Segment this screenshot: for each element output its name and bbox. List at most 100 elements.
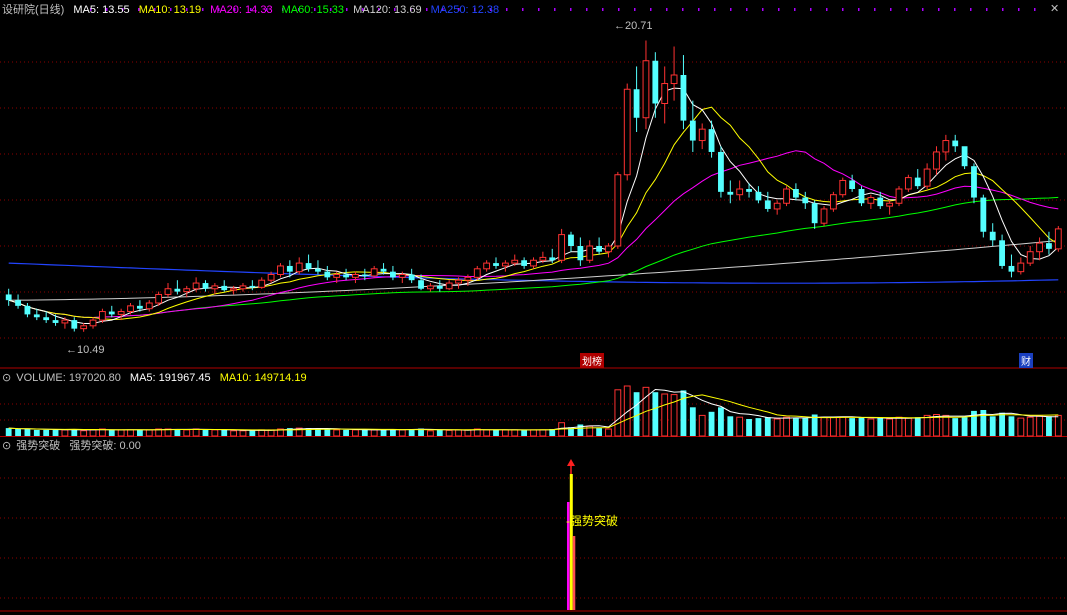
candle-body xyxy=(577,246,584,261)
volume-bar xyxy=(436,429,443,436)
volume-bar xyxy=(145,429,153,437)
candle-body xyxy=(633,89,640,118)
candle-body xyxy=(5,294,12,301)
volume-bar xyxy=(783,416,790,437)
candle-body xyxy=(455,279,462,284)
volume-bar xyxy=(1008,416,1015,436)
volume-bar xyxy=(315,429,321,436)
candle-body xyxy=(127,305,134,313)
volume-bar xyxy=(1046,416,1052,436)
candle-body xyxy=(867,197,875,204)
volume-ma10-readout: MA10: 149714.19 xyxy=(219,372,307,384)
volume-bar xyxy=(127,429,134,437)
high-price-label: ←20.71 xyxy=(614,20,653,32)
candle-body xyxy=(1017,262,1025,273)
volume-bar xyxy=(221,429,228,436)
volume-bar xyxy=(614,389,622,437)
candle-body xyxy=(971,166,977,198)
volume-bar xyxy=(886,418,894,437)
scale-dot xyxy=(714,8,716,11)
scale-dot xyxy=(858,8,860,11)
volume-bar xyxy=(202,429,209,436)
candle-body xyxy=(239,285,247,290)
volume-bar xyxy=(680,390,687,436)
ma250-value: 12.38 xyxy=(471,4,500,16)
volume-bar xyxy=(89,429,97,437)
signal-readout: 强势突破: 0.00 xyxy=(69,440,141,452)
signal-panel-title[interactable]: 强势突破 xyxy=(16,440,60,452)
candle-body xyxy=(108,311,115,315)
candle-body xyxy=(249,285,256,288)
candle-body xyxy=(24,305,31,315)
scale-dot xyxy=(650,8,652,11)
scale-dot xyxy=(842,8,844,11)
candle-body xyxy=(521,260,528,266)
signal-marker-label: -强势突破 xyxy=(566,514,619,528)
scale-dot xyxy=(570,8,572,11)
volume-bar xyxy=(839,416,847,437)
candle-body xyxy=(980,197,987,232)
main-panel-title[interactable]: 设研院(日线) xyxy=(2,4,64,16)
candle-body xyxy=(858,189,865,204)
candle-body xyxy=(914,177,921,187)
candle-body xyxy=(1026,251,1034,264)
candle-body xyxy=(352,274,359,278)
scale-dot xyxy=(810,8,812,11)
volume-bar xyxy=(989,416,996,436)
candle-body xyxy=(202,283,209,289)
volume-bar xyxy=(192,428,200,437)
volume-bar xyxy=(343,429,349,436)
volume-bar xyxy=(942,414,950,437)
volume-bar xyxy=(380,429,387,436)
volume-bar xyxy=(755,418,762,436)
candle-body xyxy=(877,197,884,207)
volume-bar xyxy=(493,429,499,436)
candle-body xyxy=(820,208,828,224)
volume-bar xyxy=(501,429,509,437)
volume-panel-header: ⊙ VOLUME: 197020.80 MA5: 191967.45 MA10:… xyxy=(2,371,313,385)
volume-bar xyxy=(623,385,631,437)
scale-dot xyxy=(1002,8,1004,11)
volume-bar xyxy=(108,429,115,436)
ma60-readout: MA60: 15.33 xyxy=(281,4,345,16)
scale-dot xyxy=(1018,8,1020,11)
chevron-down-icon[interactable]: ⊙ xyxy=(2,440,11,452)
close-icon[interactable]: ✕ xyxy=(1050,2,1059,15)
event-badge-a[interactable]: 划榜 xyxy=(580,353,604,368)
volume-bar xyxy=(923,414,931,437)
volume-bar xyxy=(802,418,809,436)
candle-body xyxy=(380,268,387,272)
volume-bar xyxy=(539,429,547,437)
candle-body xyxy=(80,325,88,330)
scale-dot xyxy=(522,8,524,11)
volume-bar xyxy=(530,429,537,437)
candle-body xyxy=(708,129,715,152)
volume-bar xyxy=(352,429,359,437)
volume-bar xyxy=(61,429,69,437)
volume-bar xyxy=(333,429,341,437)
candle-body xyxy=(642,60,650,119)
volume-bar xyxy=(521,429,528,436)
candle-body xyxy=(33,314,40,318)
scale-dot xyxy=(618,8,620,11)
candle-body xyxy=(1054,228,1062,250)
candle-body xyxy=(530,259,537,267)
scale-dot xyxy=(682,8,684,11)
candle-body xyxy=(305,263,312,269)
event-badge-b[interactable]: 财 xyxy=(1019,353,1033,368)
volume-bar xyxy=(689,407,696,436)
volume-bar xyxy=(1026,416,1034,437)
scale-dot xyxy=(938,8,940,11)
volume-bar xyxy=(708,411,715,436)
scale-dot xyxy=(698,8,700,11)
scale-dot xyxy=(874,8,876,11)
candle-body xyxy=(586,245,594,261)
volume-bar xyxy=(895,416,903,437)
candle-body xyxy=(1036,242,1043,253)
candle-body xyxy=(1008,265,1015,272)
volume-bar xyxy=(136,429,143,436)
chevron-down-icon[interactable]: ⊙ xyxy=(2,372,11,384)
volume-bar xyxy=(820,416,828,437)
candle-body xyxy=(614,174,622,247)
candle-body xyxy=(71,320,78,329)
